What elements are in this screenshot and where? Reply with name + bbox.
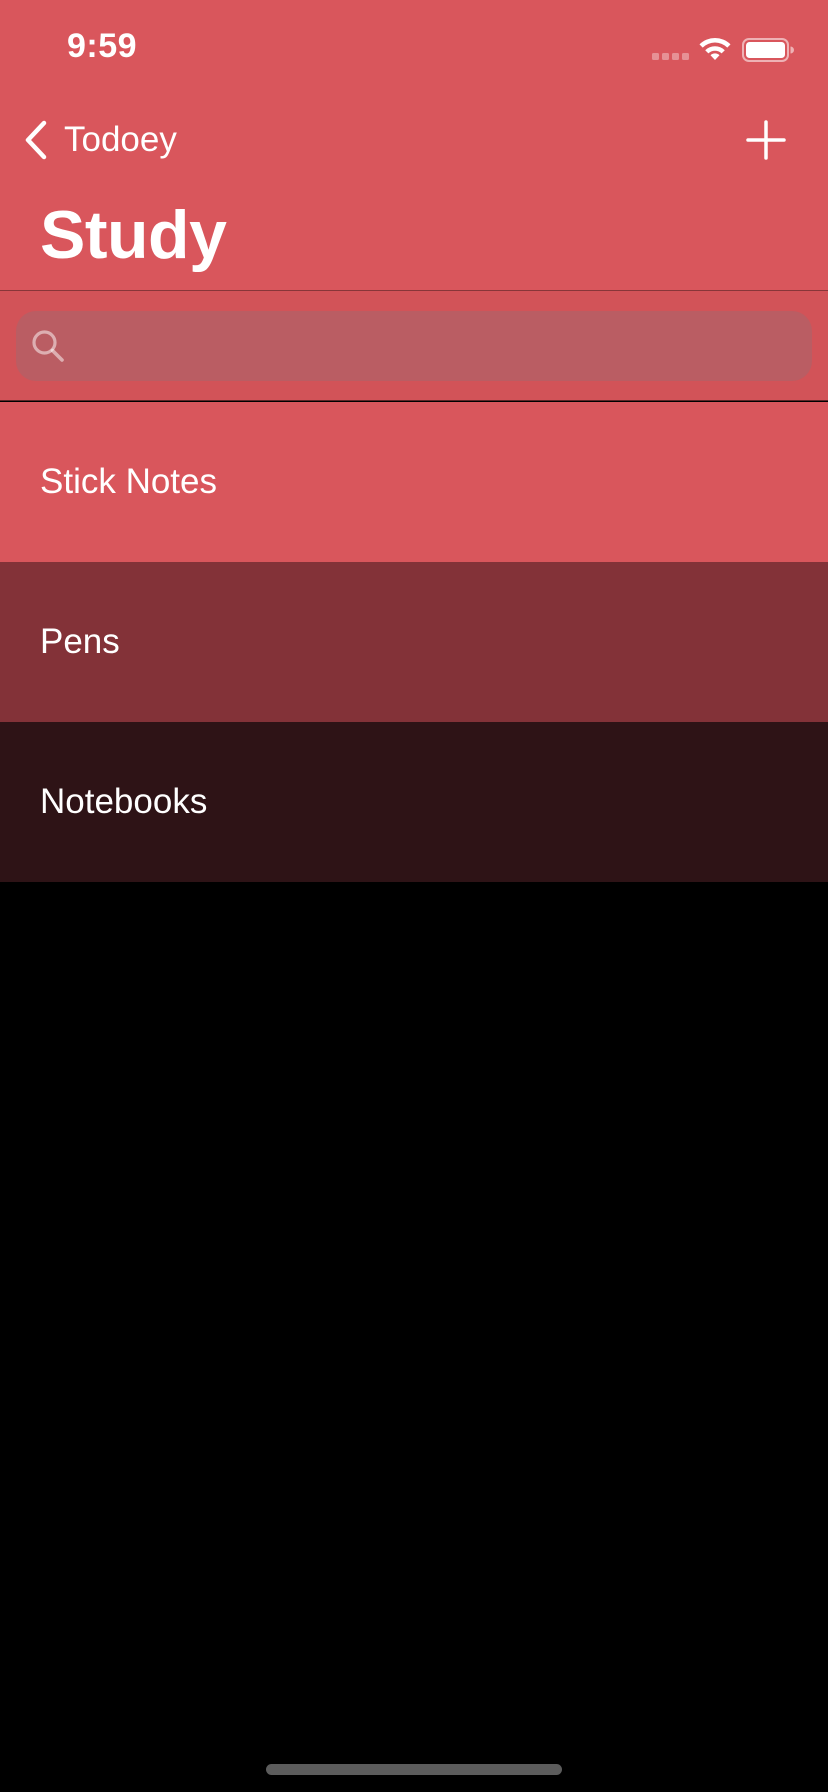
list-item-label: Notebooks [40,782,208,821]
search-bar [0,290,828,401]
plus-icon [746,120,786,160]
list-item[interactable]: Notebooks [0,722,828,882]
page-title: Study [40,197,227,273]
status-bar: 9:59 [0,0,828,100]
cellular-signal-icon [652,53,692,61]
back-button-label: Todoey [64,120,177,159]
status-time: 9:59 [67,27,138,65]
search-input[interactable] [78,311,802,383]
back-button[interactable]: Todoey [24,118,177,162]
home-indicator[interactable] [266,1764,562,1775]
battery-icon [742,38,794,62]
list-item-label: Pens [40,622,120,661]
list-item-label: Stick Notes [40,462,217,501]
search-field[interactable] [16,311,812,383]
add-item-button[interactable] [742,116,790,164]
chevron-left-icon [25,120,47,160]
list-item[interactable]: Stick Notes [0,402,828,562]
navigation-header: 9:59 Todoey Study [0,0,828,290]
list-item[interactable]: Pens [0,562,828,722]
search-icon [32,330,64,362]
wifi-icon [699,38,731,60]
item-list: Stick Notes Pens Notebooks [0,402,828,882]
